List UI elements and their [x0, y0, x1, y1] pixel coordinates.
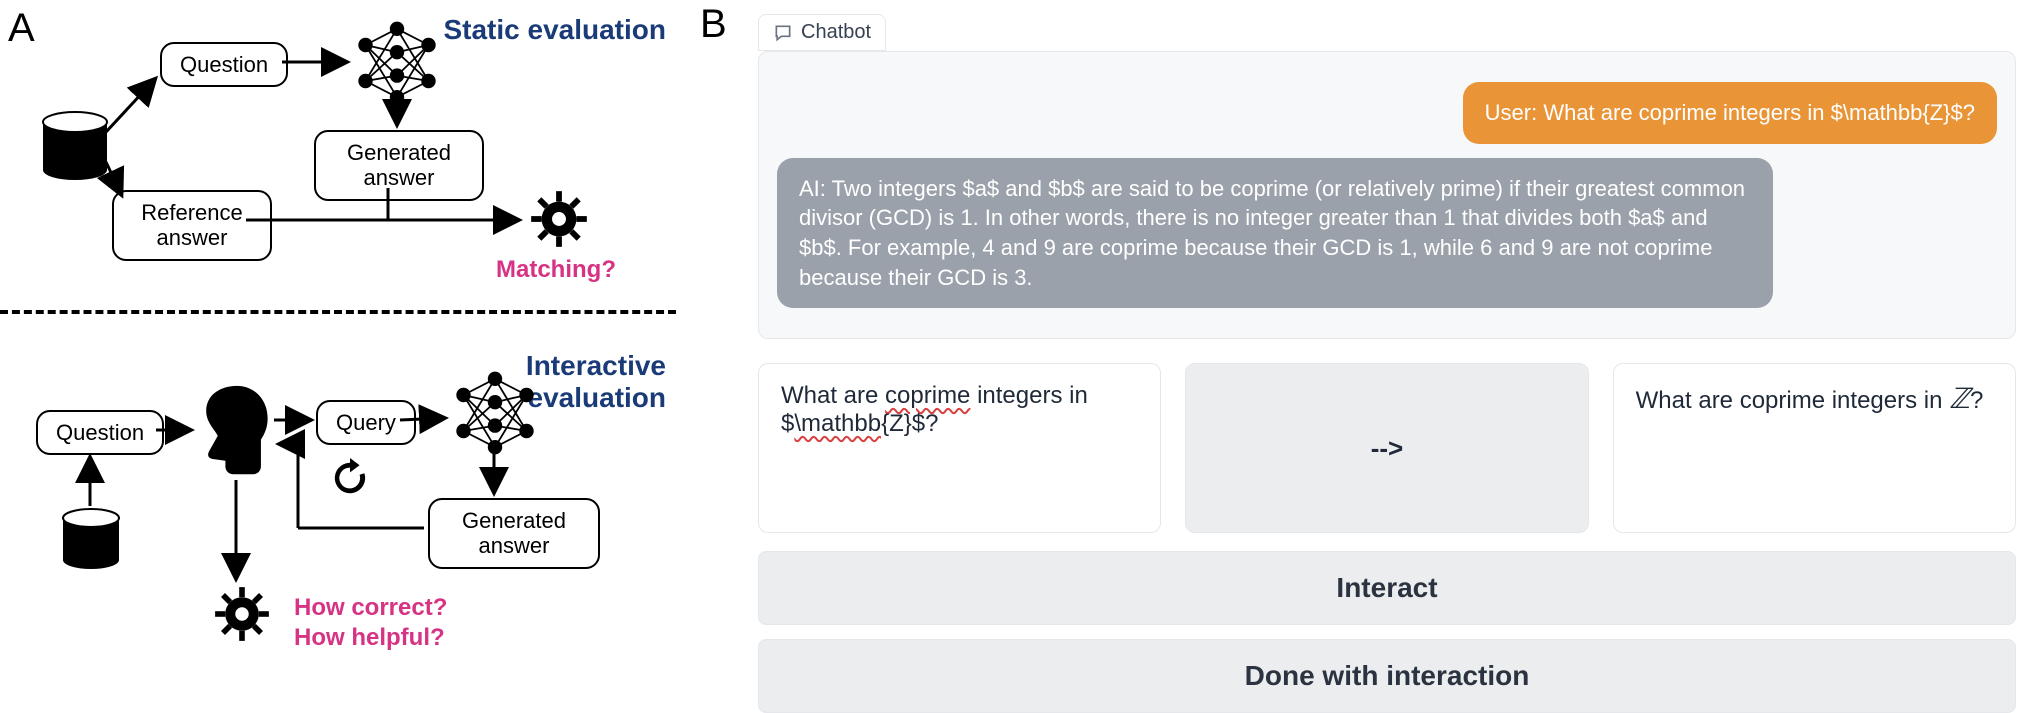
neural-net-icon-2	[450, 368, 540, 463]
matching-label: Matching?	[496, 256, 616, 284]
how-correct-label: How correct?	[294, 594, 447, 622]
input-rendered-card: What are coprime integers in ℤ?	[1613, 363, 2016, 533]
chat-area: User: What are coprime integers in $\mat…	[758, 51, 2016, 339]
database-icon-1	[40, 110, 110, 195]
squiggly-word-1: coprime	[885, 382, 970, 409]
blackboard-z-icon: ℤ	[1949, 384, 1970, 415]
panel-a-divider	[0, 310, 676, 314]
gear-icon-2	[214, 586, 270, 647]
done-button[interactable]: Done with interaction	[758, 639, 2016, 713]
database-icon-2	[60, 508, 122, 585]
generated-answer-node-interactive: Generated answer	[428, 498, 600, 569]
panel-b-label: B	[700, 2, 727, 47]
question-node-static: Question	[160, 42, 288, 87]
user-message-bubble: User: What are coprime integers in $\mat…	[1463, 82, 1997, 144]
panel-a: A Static evaluation Question Reference a…	[0, 0, 700, 688]
squiggly-word-2: \mathbb	[794, 410, 881, 437]
input-raw-card[interactable]: What are coprime integers in $\mathbb{Z}…	[758, 363, 1161, 533]
human-head-icon	[196, 384, 274, 485]
neural-net-icon-1	[352, 18, 442, 113]
chat-icon	[773, 23, 793, 43]
question-node-interactive: Question	[36, 410, 164, 455]
gear-icon-1	[530, 190, 588, 253]
arrow-text: -->	[1371, 433, 1404, 464]
interact-button[interactable]: Interact	[758, 551, 2016, 625]
panel-a-label: A	[8, 6, 35, 51]
how-helpful-label: How helpful?	[294, 624, 445, 652]
static-eval-title: Static evaluation	[443, 14, 666, 46]
chatbot-tab-label: Chatbot	[801, 21, 871, 44]
query-node: Query	[316, 400, 416, 445]
ai-message-bubble: AI: Two integers $a$ and $b$ are said to…	[777, 158, 1773, 309]
arrow-card: -->	[1185, 363, 1588, 533]
reference-answer-node: Reference answer	[112, 190, 272, 261]
loop-icon	[330, 458, 370, 503]
panel-b: B Chatbot User: What are coprime integer…	[700, 0, 2040, 688]
generated-answer-node-static: Generated answer	[314, 130, 484, 201]
transform-row: What are coprime integers in $\mathbb{Z}…	[758, 363, 2016, 533]
chatbot-tab[interactable]: Chatbot	[758, 14, 886, 51]
